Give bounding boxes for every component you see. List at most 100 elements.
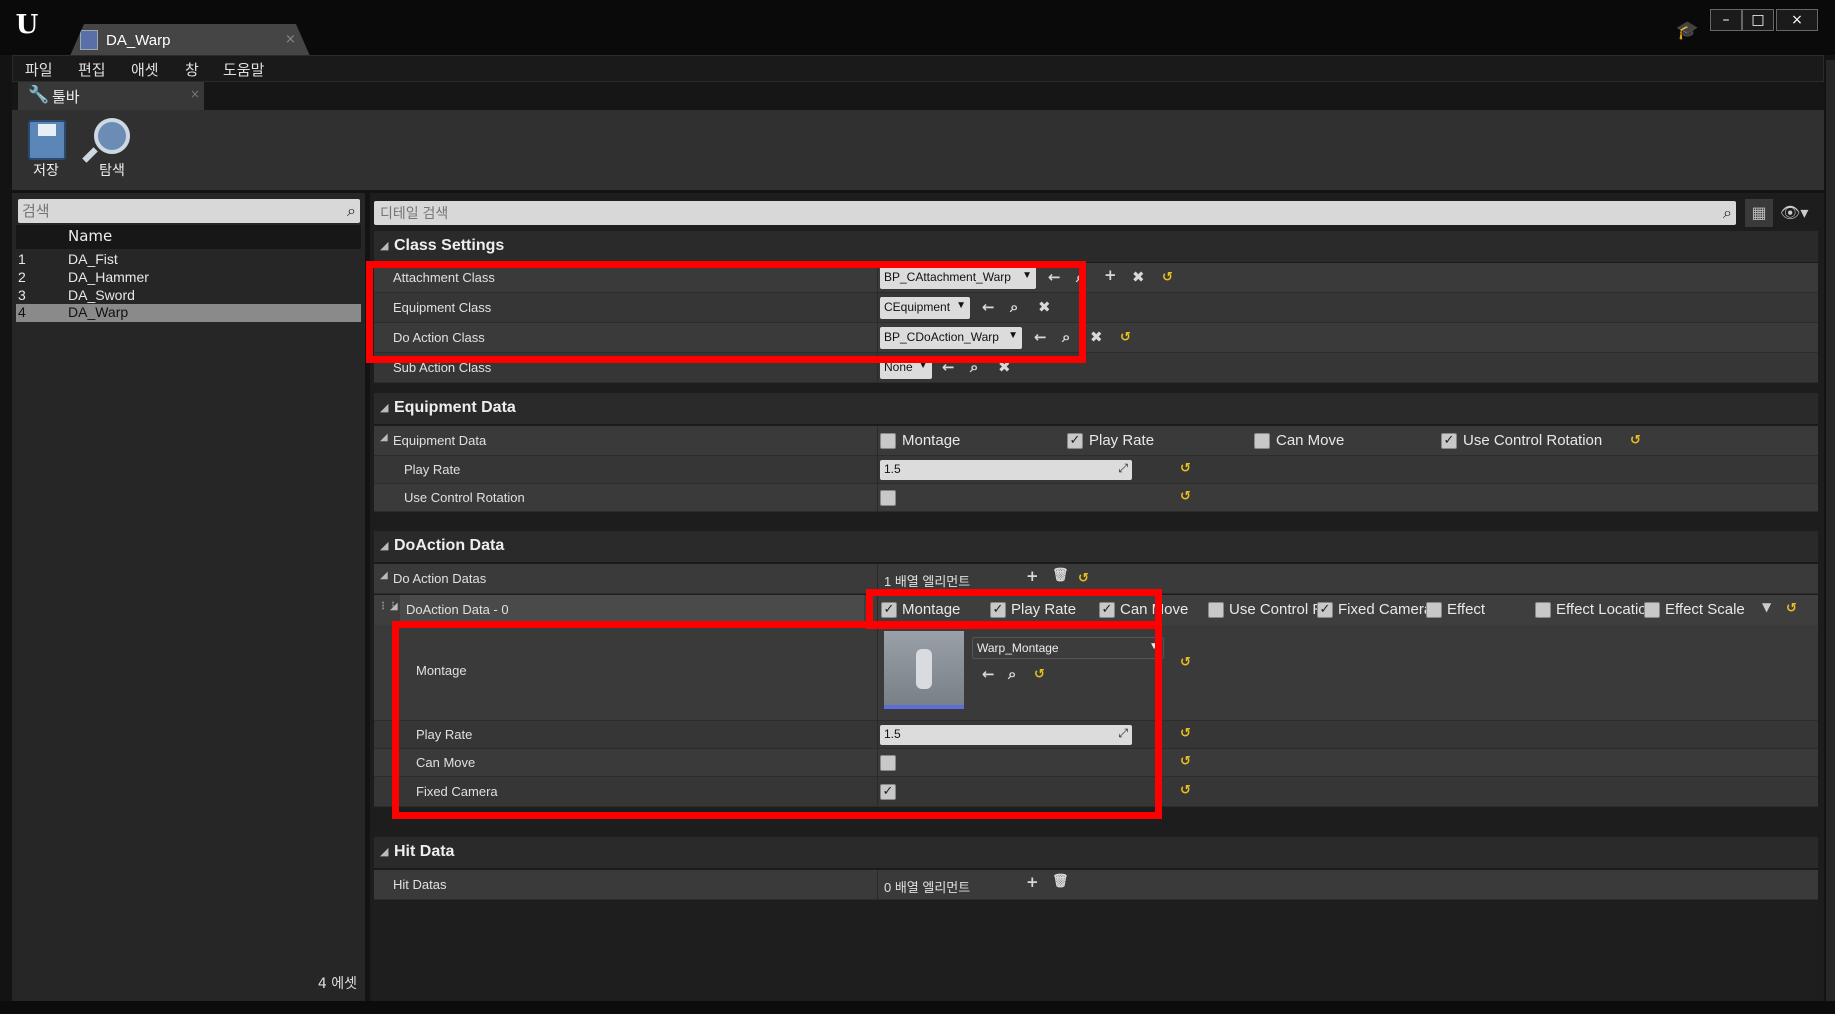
document-tab[interactable]: DA_Warp × <box>70 24 310 56</box>
clear-icon[interactable]: ✖ <box>1132 268 1145 286</box>
category-class-settings[interactable]: ◢ Class Settings <box>374 231 1818 263</box>
trash-icon[interactable]: 🗑 <box>1052 874 1069 889</box>
equipment-class-combo[interactable]: CEquipment ▼ <box>880 297 970 319</box>
reset-to-default-icon[interactable]: ↺ <box>1180 461 1191 476</box>
reset-to-default-icon[interactable]: ↺ <box>1180 489 1191 504</box>
graduation-cap-icon[interactable]: 🎓 <box>1676 20 1698 41</box>
reset-to-default-icon[interactable]: ↺ <box>1630 433 1641 448</box>
expand-icon[interactable]: ◢ <box>380 570 388 581</box>
reset-to-default-icon[interactable]: ↺ <box>1162 270 1173 285</box>
use-control-rotation-checkbox[interactable] <box>880 490 896 506</box>
play-rate-field[interactable]: 1.5 ⤢ <box>880 460 1132 480</box>
tab-close-icon[interactable]: × <box>285 32 296 47</box>
browse-icon[interactable]: ⌕ <box>1062 328 1070 346</box>
asset-row-2[interactable]: 2 DA_Hammer <box>16 269 361 287</box>
expand-icon[interactable]: ◢ <box>380 239 388 252</box>
element-options-dropdown-icon[interactable]: ▼ <box>1762 600 1771 614</box>
asset-row-3[interactable]: 3 DA_Sword <box>16 287 361 305</box>
menu-file[interactable]: 파일 <box>25 59 53 80</box>
reset-to-default-icon[interactable]: ↺ <box>1034 667 1045 682</box>
fixed-camera-checkbox[interactable]: ✓ <box>1317 602 1333 618</box>
menu-asset[interactable]: 애셋 <box>131 59 159 80</box>
expand-icon[interactable]: ◢ <box>380 845 388 858</box>
scrollbar-track[interactable] <box>1826 60 1835 1010</box>
add-element-icon[interactable]: + <box>1026 567 1039 585</box>
flag-label: Play Rate <box>1011 601 1077 618</box>
browse-icon[interactable]: ⌕ <box>1008 665 1016 683</box>
use-control-rotation-checkbox[interactable] <box>1208 602 1224 618</box>
search-icon[interactable]: ⌕ <box>1723 203 1732 223</box>
close-button[interactable]: × <box>1776 9 1818 31</box>
montage-thumbnail[interactable] <box>884 631 964 709</box>
view-options-eye-icon[interactable]: 👁▾ <box>1780 199 1820 227</box>
expand-icon[interactable]: ◢ <box>380 539 388 552</box>
use-control-rotation-checkbox[interactable]: ✓ <box>1441 433 1457 449</box>
trash-icon[interactable]: 🗑 <box>1052 568 1069 583</box>
attachment-class-combo[interactable]: BP_CAttachment_Warp ▼ <box>880 267 1036 289</box>
maximize-button[interactable]: □ <box>1742 9 1774 31</box>
menu-help[interactable]: 도움말 <box>223 59 264 80</box>
browse-icon[interactable]: ⌕ <box>1010 298 1018 316</box>
search-icon[interactable]: ⌕ <box>347 201 356 221</box>
clear-icon[interactable]: ✖ <box>1090 328 1103 346</box>
toolbar-tab-close-icon[interactable]: × <box>190 87 200 101</box>
category-hit-data[interactable]: ◢ Hit Data <box>374 837 1818 869</box>
can-move-checkbox[interactable]: ✓ <box>1099 602 1115 618</box>
play-rate-field[interactable]: 1.5 ⤢ <box>880 725 1132 745</box>
expand-icon[interactable]: ◢ <box>380 432 388 443</box>
use-selected-icon[interactable]: ← <box>942 358 955 376</box>
asset-row-1[interactable]: 1 DA_Fist <box>16 251 361 269</box>
reset-to-default-icon[interactable]: ↺ <box>1180 783 1191 798</box>
browse-icon[interactable]: ⌕ <box>1076 268 1084 286</box>
expand-icon[interactable]: ◢ <box>380 401 388 414</box>
montage-checkbox[interactable]: ✓ <box>881 602 897 618</box>
montage-checkbox[interactable] <box>880 433 896 449</box>
drag-spin-icon[interactable]: ⤢ <box>1118 726 1128 741</box>
reset-to-default-icon[interactable]: ↺ <box>1180 754 1191 769</box>
montage-asset-combo[interactable]: Warp_Montage ▼ <box>972 637 1164 659</box>
add-icon[interactable]: + <box>1104 266 1117 284</box>
play-rate-checkbox[interactable]: ✓ <box>1067 433 1083 449</box>
save-button[interactable]: 저장 <box>16 116 76 180</box>
clear-icon[interactable]: ✖ <box>998 358 1011 376</box>
details-search-input[interactable] <box>380 203 1680 223</box>
play-rate-checkbox[interactable]: ✓ <box>990 602 1006 618</box>
menu-window[interactable]: 창 <box>185 59 199 80</box>
effect-location-checkbox[interactable] <box>1535 602 1551 618</box>
effect-scale-checkbox[interactable] <box>1644 602 1660 618</box>
asset-search-input[interactable] <box>22 201 322 221</box>
fixed-camera-checkbox[interactable]: ✓ <box>880 784 896 800</box>
prop-label: Can Move <box>416 755 476 770</box>
clear-icon[interactable]: ✖ <box>1038 298 1051 316</box>
asset-search-box[interactable]: ⌕ <box>18 199 360 223</box>
column-header[interactable]: Name <box>16 225 361 249</box>
details-search-box[interactable]: ⌕ <box>374 201 1736 225</box>
reset-to-default-icon[interactable]: ↺ <box>1180 726 1191 741</box>
asset-row-4-selected[interactable]: 4 DA_Warp <box>16 304 361 322</box>
toolbar-tab[interactable]: 🔧 툴바 × <box>18 82 204 110</box>
editor-window: U DA_Warp × 🎓 – □ × 파일 편집 애셋 창 도움말 🔧 툴바 … <box>0 0 1835 1014</box>
use-selected-icon[interactable]: ← <box>982 665 995 683</box>
reset-to-default-icon[interactable]: ↺ <box>1786 601 1797 616</box>
use-selected-icon[interactable]: ← <box>1048 268 1061 286</box>
reset-to-default-icon[interactable]: ↺ <box>1120 330 1131 345</box>
use-selected-icon[interactable]: ← <box>982 298 995 316</box>
reset-to-default-icon[interactable]: ↺ <box>1180 655 1191 670</box>
effect-checkbox[interactable] <box>1426 602 1442 618</box>
menu-edit[interactable]: 편집 <box>78 59 106 80</box>
can-move-checkbox[interactable] <box>1254 433 1270 449</box>
category-equipment-data[interactable]: ◢ Equipment Data <box>374 393 1818 425</box>
sub-action-class-combo[interactable]: None ▼ <box>880 357 932 379</box>
drag-spin-icon[interactable]: ⤢ <box>1118 461 1128 476</box>
browse-icon[interactable]: ⌕ <box>970 358 978 376</box>
reset-to-default-icon[interactable]: ↺ <box>1078 571 1089 586</box>
can-move-checkbox[interactable] <box>880 755 896 771</box>
do-action-class-combo[interactable]: BP_CDoAction_Warp ▼ <box>880 327 1022 349</box>
use-selected-icon[interactable]: ← <box>1034 328 1047 346</box>
property-matrix-icon[interactable]: ▦ <box>1745 199 1773 227</box>
add-element-icon[interactable]: + <box>1026 873 1039 891</box>
minimize-button[interactable]: – <box>1710 9 1742 31</box>
browse-button[interactable]: 탐색 <box>82 116 142 180</box>
expand-icon[interactable]: ◢ <box>390 601 398 612</box>
category-doaction-data[interactable]: ◢ DoAction Data <box>374 531 1818 563</box>
